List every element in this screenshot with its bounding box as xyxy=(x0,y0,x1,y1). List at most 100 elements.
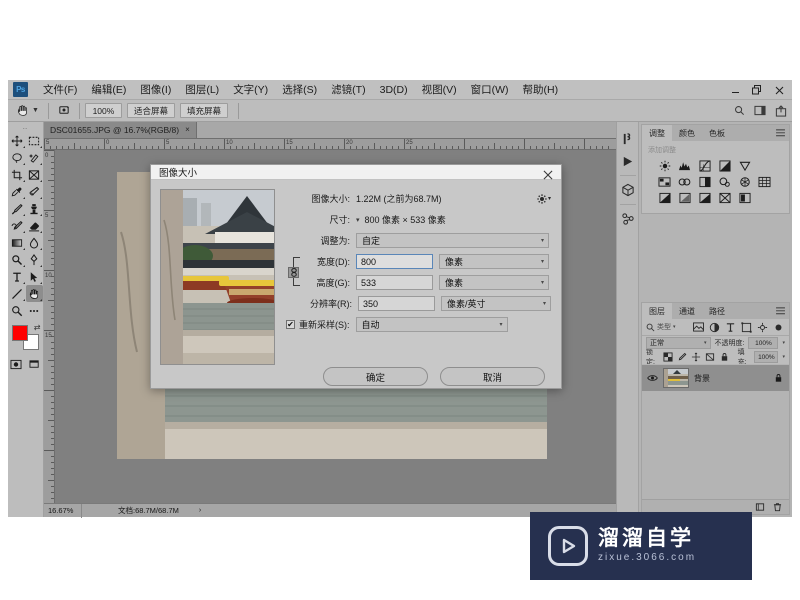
menu-layer[interactable]: 图层(L) xyxy=(178,80,226,100)
adjustment-filter-icon[interactable] xyxy=(709,321,721,334)
horizontal-type-tool[interactable] xyxy=(9,268,26,285)
ok-button[interactable]: 确定 xyxy=(323,367,428,386)
rotate-view-icon[interactable] xyxy=(54,102,74,120)
threshold-icon[interactable] xyxy=(697,191,713,205)
channel-mixer-icon[interactable] xyxy=(737,175,753,189)
eyedropper-tool[interactable] xyxy=(9,183,26,200)
tab-channels[interactable]: 通道 xyxy=(672,303,702,319)
lock-artboard-icon[interactable] xyxy=(705,352,716,363)
type-filter-icon[interactable] xyxy=(725,321,737,334)
hue-saturation-icon[interactable] xyxy=(657,175,673,189)
menu-window[interactable]: 窗口(W) xyxy=(464,80,516,100)
clone-stamp-tool[interactable] xyxy=(26,200,43,217)
frame-tool[interactable] xyxy=(26,166,43,183)
dodge-tool[interactable] xyxy=(9,251,26,268)
search-icon[interactable] xyxy=(732,104,746,118)
zoom-tool[interactable] xyxy=(9,302,26,319)
rectangle-tool[interactable] xyxy=(9,285,26,302)
opacity-value[interactable]: 100% xyxy=(748,337,779,349)
crop-tool[interactable] xyxy=(9,166,26,183)
close-tab-icon[interactable]: × xyxy=(185,125,190,134)
selective-color-icon[interactable] xyxy=(737,191,753,205)
3d-cube-icon[interactable] xyxy=(618,179,638,201)
cc-libraries-icon[interactable] xyxy=(618,208,638,230)
swap-colors-icon[interactable]: ⇄ xyxy=(34,323,41,332)
share-icon[interactable] xyxy=(774,104,788,118)
gear-icon[interactable]: ▾ xyxy=(537,193,551,204)
tab-swatches[interactable]: 色板 xyxy=(702,125,732,141)
actions-play-icon[interactable] xyxy=(618,150,638,172)
delete-layer-icon[interactable] xyxy=(772,502,783,513)
minimize-icon[interactable] xyxy=(724,82,746,98)
tab-color[interactable]: 颜色 xyxy=(672,125,702,141)
tool-preset-caret-icon[interactable]: ▼ xyxy=(32,107,39,114)
opacity-caret-icon[interactable]: ▾ xyxy=(782,340,785,346)
exposure-icon[interactable] xyxy=(717,159,733,173)
pen-tool[interactable] xyxy=(26,251,43,268)
fit-to-select[interactable]: 自定 ▾ xyxy=(356,233,549,248)
filter-toggle-icon[interactable] xyxy=(773,321,785,334)
lock-image-icon[interactable] xyxy=(677,352,688,363)
fill-screen-button[interactable]: 填充屏幕 xyxy=(179,103,228,118)
menu-3d[interactable]: 3D(D) xyxy=(373,80,415,100)
color-lookup-icon[interactable] xyxy=(757,175,773,189)
quick-selection-tool[interactable] xyxy=(26,149,43,166)
close-icon[interactable] xyxy=(768,82,790,98)
photo-filter-icon[interactable] xyxy=(717,175,733,189)
fit-screen-button[interactable]: 适合屏幕 xyxy=(126,103,175,118)
hand-tool[interactable] xyxy=(25,285,43,302)
brightness-contrast-icon[interactable] xyxy=(657,159,673,173)
pixel-filter-icon[interactable] xyxy=(693,321,705,334)
menu-image[interactable]: 图像(I) xyxy=(133,80,178,100)
menu-file[interactable]: 文件(F) xyxy=(36,80,84,100)
menu-edit[interactable]: 编辑(E) xyxy=(84,80,133,100)
black-white-icon[interactable] xyxy=(697,175,713,189)
lock-transparent-icon[interactable] xyxy=(663,352,674,363)
shape-filter-icon[interactable] xyxy=(741,321,753,334)
lasso-tool[interactable] xyxy=(9,149,26,166)
restore-icon[interactable] xyxy=(746,82,768,98)
resample-select[interactable]: 自动 ▾ xyxy=(355,317,508,332)
close-icon[interactable] xyxy=(542,169,554,181)
workspace-icon[interactable] xyxy=(753,104,767,118)
dialog-title-bar[interactable]: 图像大小 xyxy=(151,165,561,180)
status-expand-icon[interactable]: › xyxy=(199,507,201,514)
gradient-tool[interactable] xyxy=(9,234,26,251)
blend-mode-select[interactable]: 正常 ▾ xyxy=(646,337,711,349)
levels-icon[interactable] xyxy=(677,159,693,173)
brush-tool[interactable] xyxy=(9,200,26,217)
history-icon[interactable] xyxy=(618,128,638,150)
quick-mask-icon[interactable] xyxy=(8,356,25,373)
lock-icon[interactable] xyxy=(773,373,784,384)
resolution-unit-select[interactable]: 像素/英寸 ▾ xyxy=(441,296,551,311)
resample-checkbox[interactable]: ✔ xyxy=(286,320,295,329)
posterize-icon[interactable] xyxy=(677,191,693,205)
panel-menu-icon[interactable] xyxy=(776,307,785,317)
eraser-tool[interactable] xyxy=(26,217,43,234)
foreground-color-swatch[interactable] xyxy=(11,325,28,341)
width-input[interactable]: 800 xyxy=(356,254,433,269)
menu-filter[interactable]: 滤镜(T) xyxy=(324,80,372,100)
chevron-down-icon[interactable]: ▾ xyxy=(356,216,360,224)
menu-select[interactable]: 选择(S) xyxy=(275,80,324,100)
lock-all-icon[interactable] xyxy=(719,352,730,363)
move-tool[interactable] xyxy=(9,132,26,149)
hand-tool-icon[interactable] xyxy=(12,102,32,120)
menu-help[interactable]: 帮助(H) xyxy=(516,80,566,100)
gradient-map-icon[interactable] xyxy=(717,191,733,205)
height-input[interactable]: 533 xyxy=(356,275,433,290)
screen-mode-icon[interactable] xyxy=(27,356,44,373)
smart-object-filter-icon[interactable] xyxy=(757,321,769,334)
height-unit-select[interactable]: 像素 ▾ xyxy=(439,275,549,290)
blur-tool[interactable] xyxy=(26,234,43,251)
rectangular-marquee-tool[interactable] xyxy=(26,132,43,149)
tab-adjustments[interactable]: 调整 xyxy=(642,125,672,141)
zoom-level[interactable]: 16.67% xyxy=(44,503,82,518)
spot-healing-tool[interactable] xyxy=(26,183,43,200)
fill-caret-icon[interactable]: ▾ xyxy=(782,354,785,360)
vibrance-icon[interactable] xyxy=(737,159,753,173)
lock-position-icon[interactable] xyxy=(691,352,702,363)
invert-icon[interactable] xyxy=(657,191,673,205)
document-tab[interactable]: DSC01655.JPG @ 16.7%(RGB/8) × xyxy=(44,121,197,138)
vertical-ruler[interactable]: 0 5 10 15 xyxy=(44,150,55,503)
